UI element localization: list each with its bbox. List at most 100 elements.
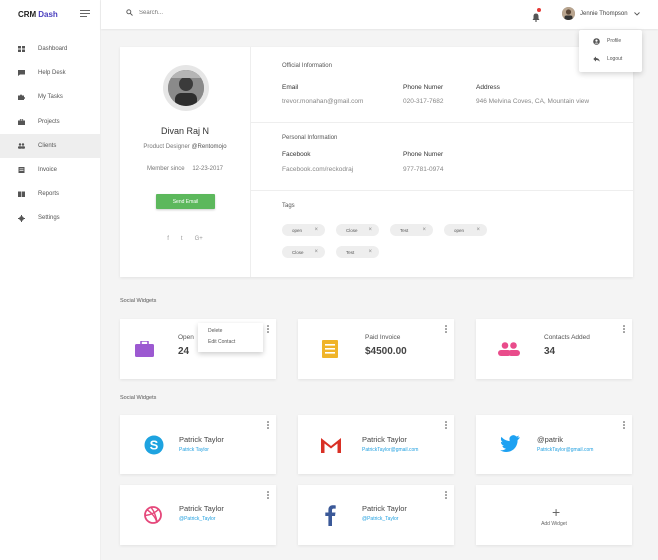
tag-chip[interactable]: Close × <box>336 224 379 236</box>
menu-item-profile[interactable]: Profile <box>579 32 642 50</box>
contact-name: Patrick Taylor <box>362 504 407 513</box>
contact-email[interactable]: PatrickTaylor@gmail.com <box>362 447 418 453</box>
social-card-facebook: Patrick Taylor @Patrick_Taylor <box>298 485 454 545</box>
personal-information: Personal Information Facebook Facebook.c… <box>251 123 633 191</box>
search-input[interactable] <box>139 9 259 16</box>
social-links: f t G+ <box>120 236 250 242</box>
tag-chip[interactable]: open × <box>444 224 487 236</box>
contact-name: Patrick Taylor <box>179 504 224 513</box>
contact-name: @patrik <box>537 435 563 444</box>
social-card-dribbble: Patrick Taylor @Patrick_Taylor <box>120 485 276 545</box>
briefcase-icon <box>135 341 154 357</box>
close-icon[interactable]: × <box>314 227 318 233</box>
facebook-icon <box>325 505 336 526</box>
plus-icon[interactable]: + <box>552 504 560 520</box>
social-card-twitter: @patrik PatrickTaylor@gmail.com <box>476 415 632 474</box>
email-label: Email <box>282 84 299 91</box>
user-menu-toggle[interactable]: Jennie Thompson <box>562 7 640 20</box>
user-name: Jennie Thompson <box>580 10 628 17</box>
contact-name: Patrick Taylor <box>179 435 224 444</box>
sidebar-item-clients[interactable]: Clients <box>0 133 100 158</box>
twitter-icon <box>500 435 520 452</box>
twitter-icon[interactable]: t <box>181 236 183 242</box>
sidebar-item-projects[interactable]: Projects <box>0 110 100 134</box>
sidebar-item-invoice[interactable]: Invoice <box>0 158 100 182</box>
menu-item-label: Logout <box>607 56 623 62</box>
briefcase-icon <box>18 118 25 125</box>
close-icon[interactable]: × <box>422 227 426 233</box>
sidebar-item-label: Invoice <box>38 167 58 174</box>
brand-part-2: Dash <box>38 10 58 19</box>
delete-menu-item[interactable]: Delete <box>198 325 263 336</box>
user-dropdown-menu: Profile Logout <box>579 30 642 72</box>
sidebar-item-label: My Tasks <box>38 94 63 101</box>
tag-chip[interactable]: Test × <box>336 246 379 258</box>
sidebar-item-label: Dashboard <box>38 46 68 53</box>
stat-card-contacts-added: Contacts Added 34 <box>476 319 632 379</box>
member-since-label: Member since <box>146 166 185 172</box>
more-vert-icon[interactable] <box>445 421 447 430</box>
menu-item-logout[interactable]: Logout <box>579 50 642 68</box>
more-vert-icon[interactable] <box>267 491 269 500</box>
add-widget-card[interactable]: + Add Widget <box>476 485 632 545</box>
phone-label: Phone Numer <box>403 151 444 158</box>
stat-label: Open <box>178 334 194 341</box>
invoice-icon <box>18 167 25 174</box>
book-icon <box>18 191 25 198</box>
social-card-skype: S Patrick Taylor Patrick Taylor <box>120 415 276 474</box>
invoice-icon <box>322 340 338 358</box>
tag-chip[interactable]: Close × <box>282 246 325 258</box>
brand-part-1: CRM <box>18 10 37 19</box>
sidebar-item-my-tasks[interactable]: My Tasks <box>0 85 100 109</box>
close-icon[interactable]: × <box>368 249 372 255</box>
send-email-button[interactable]: Send Email <box>156 194 215 209</box>
more-vert-icon[interactable] <box>445 491 447 500</box>
sidebar-item-help-desk[interactable]: Help Desk <box>0 61 100 85</box>
sidebar-item-reports[interactable]: Reports <box>0 182 100 206</box>
tags-section: Tags open × Close × Test × open × Close × Tes… <box>251 191 633 277</box>
notification-bell-icon[interactable] <box>532 8 541 27</box>
tag-label: Close <box>346 227 358 233</box>
stat-label: Contacts Added <box>544 334 590 341</box>
sidebar-item-label: Reports <box>38 191 60 198</box>
tag-chip[interactable]: open × <box>282 224 325 236</box>
contact-name: Patrick Taylor <box>362 435 407 444</box>
address-label: Address <box>476 84 500 91</box>
close-icon[interactable]: × <box>314 249 318 255</box>
sidebar-item-dashboard[interactable]: Dashboard <box>0 37 100 61</box>
add-widget-label: Add Widget <box>541 521 567 527</box>
google-plus-icon[interactable]: G+ <box>195 236 203 242</box>
contact-handle[interactable]: Patrick Taylor <box>179 447 209 453</box>
facebook-icon[interactable]: f <box>167 236 169 242</box>
official-information: Official Information Email trevor.monaha… <box>251 47 633 123</box>
facebook-label: Facebook <box>282 151 311 158</box>
tag-label: open <box>292 227 303 233</box>
tag-label: Test <box>400 227 409 233</box>
phone-value: 977-781-0974 <box>403 166 444 173</box>
contact-email[interactable]: PatrickTaylor@gmail.com <box>537 447 593 453</box>
svg-text:S: S <box>150 438 159 453</box>
edit-contact-menu-item[interactable]: Edit Contact <box>198 336 263 347</box>
avatar <box>562 7 575 20</box>
skype-icon: S <box>144 435 164 455</box>
sidebar-item-label: Projects <box>38 118 60 125</box>
facebook-value: Facebook.com/reckodraj <box>282 166 354 173</box>
section-title: Official Information <box>282 63 332 69</box>
hamburger-menu-icon[interactable] <box>80 10 90 19</box>
contact-handle[interactable]: @Patrick_Taylor <box>179 516 215 522</box>
top-bar: Jennie Thompson <box>101 0 658 29</box>
phone-label: Phone Numer <box>403 84 444 91</box>
stat-value: 34 <box>544 346 556 357</box>
contact-handle[interactable]: @Patrick_Taylor <box>362 516 398 522</box>
more-vert-icon[interactable] <box>623 325 625 334</box>
more-vert-icon[interactable] <box>623 421 625 430</box>
close-icon[interactable]: × <box>476 227 480 233</box>
profile-name: Divan Raj N <box>160 126 209 136</box>
tag-chip[interactable]: Test × <box>390 224 433 236</box>
people-icon <box>18 143 25 149</box>
close-icon[interactable]: × <box>368 227 372 233</box>
more-vert-icon[interactable] <box>267 421 269 430</box>
more-vert-icon[interactable] <box>445 325 447 334</box>
sidebar-item-settings[interactable]: Settings <box>0 206 100 230</box>
more-vert-icon[interactable] <box>267 325 269 334</box>
